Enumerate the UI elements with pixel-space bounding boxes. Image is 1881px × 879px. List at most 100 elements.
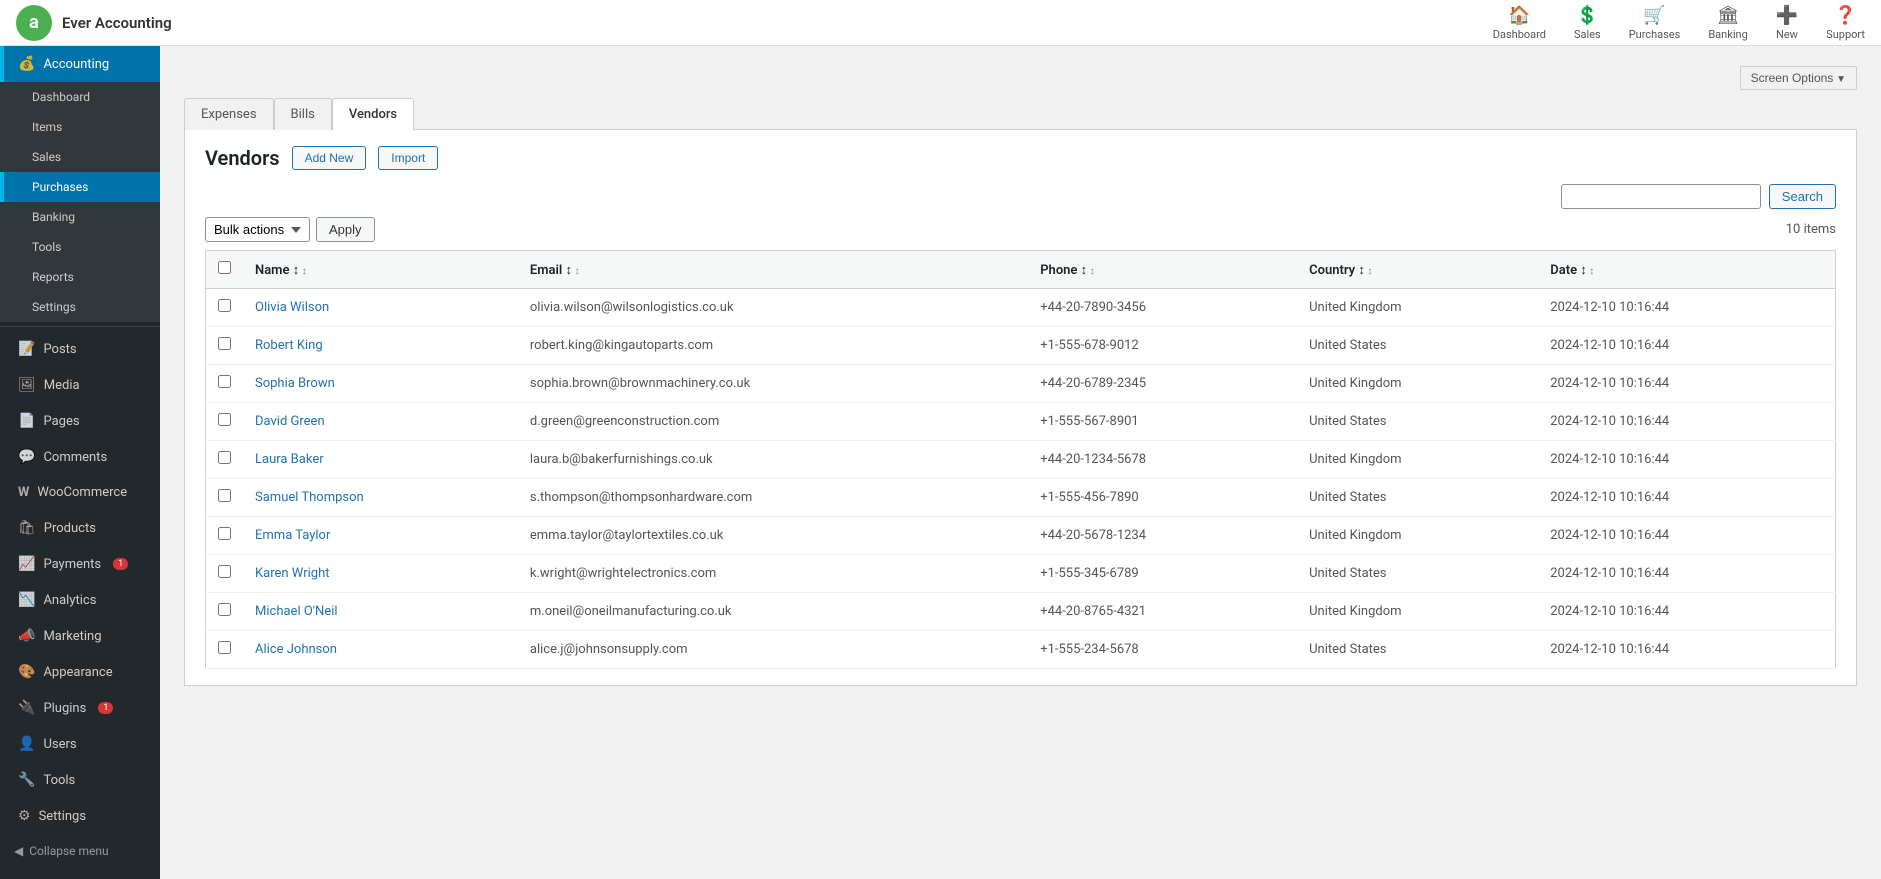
- search-input[interactable]: [1561, 184, 1761, 209]
- row-country-8: United States: [1297, 555, 1538, 593]
- sidebar-item-accounting[interactable]: 💰 Accounting: [0, 46, 160, 82]
- collapse-arrow-icon: ◀: [14, 844, 23, 858]
- sidebar-accounting-submenu: Dashboard Items Sales Purchases Banking …: [0, 82, 160, 322]
- import-button[interactable]: Import: [378, 146, 438, 170]
- select-all-checkbox[interactable]: [218, 261, 231, 274]
- sidebar-item-purchases[interactable]: Purchases: [0, 172, 160, 202]
- search-button[interactable]: Search: [1769, 184, 1836, 209]
- row-phone-8: +1-555-345-6789: [1028, 555, 1297, 593]
- screen-options-bar: Screen Options: [184, 66, 1857, 90]
- items-count: 10 items: [1786, 222, 1836, 237]
- sidebar-item-settings-acc[interactable]: Settings: [0, 292, 160, 322]
- pages-icon: 📄: [18, 413, 35, 429]
- accounting-icon: 💰: [18, 56, 35, 72]
- topnav-dashboard[interactable]: 🏠 Dashboard: [1493, 5, 1546, 41]
- apply-button[interactable]: Apply: [316, 217, 375, 242]
- sidebar-item-woocommerce[interactable]: W WooCommerce: [0, 475, 160, 510]
- sidebar-item-tools[interactable]: Tools: [0, 232, 160, 262]
- row-date-8: 2024-12-10 10:16:44: [1538, 555, 1835, 593]
- vendor-name-link-3[interactable]: Sophia Brown: [255, 376, 335, 391]
- row-date-5: 2024-12-10 10:16:44: [1538, 441, 1835, 479]
- sidebar-item-pages[interactable]: 📄 Pages: [0, 403, 160, 439]
- topnav-sales[interactable]: 💲 Sales: [1574, 5, 1601, 41]
- sidebar-item-dashboard[interactable]: Dashboard: [0, 82, 160, 112]
- row-checkbox-cell: [206, 593, 244, 631]
- table-row: Alice Johnson alice.j@johnsonsupply.com …: [206, 631, 1836, 669]
- vendor-name-link-6[interactable]: Samuel Thompson: [255, 490, 364, 505]
- sidebar-item-banking[interactable]: Banking: [0, 202, 160, 232]
- row-checkbox-8[interactable]: [218, 565, 231, 578]
- col-date[interactable]: Date ↕: [1538, 251, 1835, 289]
- sidebar-item-sales[interactable]: Sales: [0, 142, 160, 172]
- row-checkbox-6[interactable]: [218, 489, 231, 502]
- sidebar-accounting-label: Accounting: [43, 57, 109, 72]
- col-name[interactable]: Name ↕: [243, 251, 518, 289]
- sidebar-item-media[interactable]: 🖼 Media: [0, 367, 160, 403]
- vendor-name-link-4[interactable]: David Green: [255, 414, 325, 429]
- row-checkbox-2[interactable]: [218, 337, 231, 350]
- dashboard-top-icon: 🏠: [1508, 5, 1530, 26]
- payments-badge: 1: [113, 558, 128, 570]
- topnav-purchases[interactable]: 🛒 Purchases: [1629, 5, 1681, 41]
- bulk-actions-select[interactable]: Bulk actions Delete: [205, 217, 310, 242]
- sidebar-item-users[interactable]: 👤 Users: [0, 726, 160, 762]
- sidebar-item-tools-wp[interactable]: 🔧 Tools: [0, 762, 160, 798]
- main-content: Screen Options Expenses Bills Vendors Ve…: [160, 46, 1881, 879]
- col-email[interactable]: Email ↕: [518, 251, 1028, 289]
- row-checkbox-3[interactable]: [218, 375, 231, 388]
- search-row: Search: [205, 184, 1836, 209]
- table-header-row: Name ↕ Email ↕ Phone ↕ Country ↕ Date ↕: [206, 251, 1836, 289]
- vendor-name-link-5[interactable]: Laura Baker: [255, 452, 324, 467]
- sidebar-item-items[interactable]: Items: [0, 112, 160, 142]
- sidebar-item-products[interactable]: 🛍 Products: [0, 510, 160, 546]
- table-row: Laura Baker laura.b@bakerfurnishings.co.…: [206, 441, 1836, 479]
- topnav-new[interactable]: ➕ New: [1776, 5, 1798, 41]
- sidebar-item-marketing[interactable]: 📣 Marketing: [0, 618, 160, 654]
- topnav-banking[interactable]: 🏛 Banking: [1708, 5, 1747, 41]
- add-new-button[interactable]: Add New: [292, 146, 367, 170]
- dashboard-sidebar-label: Dashboard: [32, 90, 90, 104]
- row-country-6: United States: [1297, 479, 1538, 517]
- row-checkbox-5[interactable]: [218, 451, 231, 464]
- sidebar-item-reports[interactable]: Reports: [0, 262, 160, 292]
- topnav-sales-label: Sales: [1574, 28, 1601, 41]
- vendor-name-link-10[interactable]: Alice Johnson: [255, 642, 337, 657]
- tab-vendors[interactable]: Vendors: [332, 98, 414, 130]
- vendor-name-link-1[interactable]: Olivia Wilson: [255, 300, 329, 315]
- table-row: Karen Wright k.wright@wrightelectronics.…: [206, 555, 1836, 593]
- sidebar-item-posts[interactable]: 📝 Posts: [0, 331, 160, 367]
- sidebar-item-payments[interactable]: 📈 Payments 1: [0, 546, 160, 582]
- tab-bills[interactable]: Bills: [274, 98, 332, 130]
- topnav-support[interactable]: ❓ Support: [1826, 5, 1865, 41]
- new-top-icon: ➕: [1776, 5, 1798, 26]
- vendor-name-link-9[interactable]: Michael O'Neil: [255, 604, 338, 619]
- sales-top-icon: 💲: [1576, 5, 1598, 26]
- row-checkbox-9[interactable]: [218, 603, 231, 616]
- row-phone-10: +1-555-234-5678: [1028, 631, 1297, 669]
- vendor-name-link-2[interactable]: Robert King: [255, 338, 323, 353]
- row-checkbox-cell: [206, 289, 244, 327]
- row-checkbox-10[interactable]: [218, 641, 231, 654]
- sidebar-item-comments[interactable]: 💬 Comments: [0, 439, 160, 475]
- sidebar-item-plugins[interactable]: 🔌 Plugins 1: [0, 690, 160, 726]
- vendor-name-link-8[interactable]: Karen Wright: [255, 566, 330, 581]
- topnav-dashboard-label: Dashboard: [1493, 28, 1546, 41]
- topnav-support-label: Support: [1826, 28, 1865, 41]
- row-checkbox-4[interactable]: [218, 413, 231, 426]
- tab-expenses[interactable]: Expenses: [184, 98, 274, 130]
- screen-options-button[interactable]: Screen Options: [1740, 66, 1857, 90]
- sidebar-item-appearance[interactable]: 🎨 Appearance: [0, 654, 160, 690]
- vendor-name-link-7[interactable]: Emma Taylor: [255, 528, 330, 543]
- woo-icon: W: [18, 485, 29, 500]
- row-phone-7: +44-20-5678-1234: [1028, 517, 1297, 555]
- row-checkbox-1[interactable]: [218, 299, 231, 312]
- col-phone[interactable]: Phone ↕: [1028, 251, 1297, 289]
- row-checkbox-7[interactable]: [218, 527, 231, 540]
- row-checkbox-cell: [206, 517, 244, 555]
- col-country[interactable]: Country ↕: [1297, 251, 1538, 289]
- row-checkbox-cell: [206, 555, 244, 593]
- sidebar-item-analytics[interactable]: 📉 Analytics: [0, 582, 160, 618]
- users-icon: 👤: [18, 736, 35, 752]
- collapse-menu-button[interactable]: ◀ Collapse menu: [0, 834, 160, 868]
- sidebar-item-settings-wp[interactable]: ⚙ Settings: [0, 798, 160, 834]
